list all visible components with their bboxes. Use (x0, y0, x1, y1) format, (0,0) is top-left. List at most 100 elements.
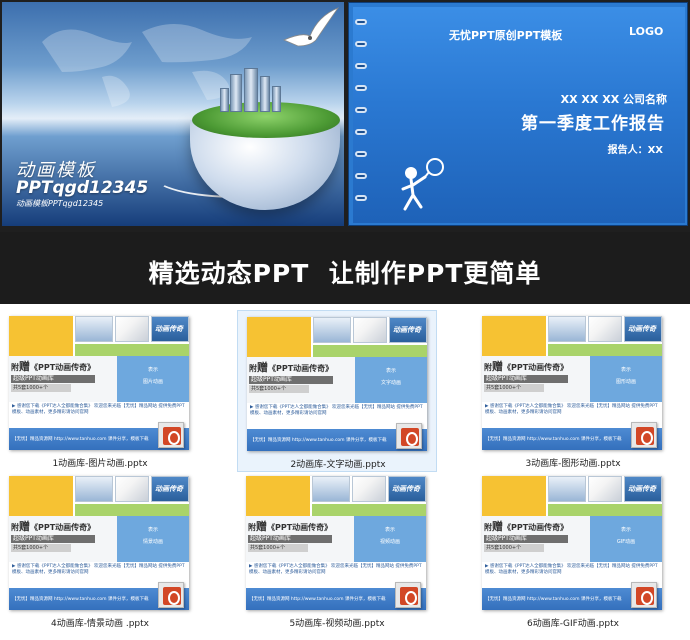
thumbnail-part: GIF动画 (616, 539, 636, 545)
thumbnail-part: 表示 (620, 367, 631, 373)
thumbnail-part (247, 317, 311, 357)
binder-rings (353, 19, 367, 219)
thumbnail-part: 共5套1000+个 (11, 544, 71, 552)
seagull-icon (282, 7, 340, 47)
thumbnail-part: 赠 (492, 520, 503, 533)
thumbnail-part (548, 316, 586, 342)
thumbnail-part: 共5套1000+个 (249, 385, 309, 393)
thumbnail-part: 附赠《PPT动画传奇》 (11, 518, 95, 534)
thumbnail-part: 超级PPT动画库 (484, 375, 568, 383)
thumbnail-part: 附 (11, 523, 19, 532)
thumbnail-part (482, 316, 546, 356)
thumbnail-part: 表示 (620, 527, 631, 533)
thumbnail-part: 超级PPT动画库 (11, 535, 95, 543)
building-graphic (272, 86, 281, 112)
thumbnail-part: 动画传奇 (624, 476, 662, 502)
thumbnail-part: 《PPT动画传奇》 (503, 523, 569, 532)
company-name: XX XX XX 公司名称 (560, 93, 667, 106)
file-item-3[interactable]: 动画传奇 附赠《PPT动画传奇》 超级PPT动画库 共5套1000+个 表示 图形… (473, 310, 673, 472)
thumbnail-part: 附赠《PPT动画传奇》 (484, 518, 568, 534)
file-name: 2动画库-文字动画.pptx (290, 460, 386, 470)
thumbnail-part (548, 476, 586, 502)
thumbnail-part (115, 316, 149, 342)
thumbnail-part (313, 345, 427, 357)
thumbnail-part (115, 476, 149, 502)
thumbnail-part: 表示 (147, 367, 158, 373)
thumbnail-part: 共5套1000+个 (248, 544, 308, 552)
thumbnail-part (548, 344, 662, 356)
thumbnail-part: 动画传奇 (389, 317, 427, 343)
thumbnail-part: 附赠《PPT动画传奇》 (249, 359, 333, 375)
thumbnail-part: 情景动画 (142, 539, 163, 545)
thumbnail-part: 附 (484, 363, 492, 372)
file-item-6[interactable]: 动画传奇 附赠《PPT动画传奇》 超级PPT动画库 共5套1000+个 表示 GI… (473, 470, 673, 632)
thumbnail-part: 赠 (492, 360, 503, 373)
file-item-5[interactable]: 动画传奇 附赠《PPT动画传奇》 超级PPT动画库 共5套1000+个 表示 视频… (237, 470, 437, 632)
slogan-text: 精选动态PPT 让制作PPT更简单 (148, 259, 542, 288)
thumbnail-part: 动画传奇 (388, 476, 426, 502)
thumbnail-part: 表示 情景动画 (117, 516, 189, 562)
thumbnail-part: 附赠《PPT动画传奇》 (248, 518, 332, 534)
thumbnail-part: 表示 视频动画 (354, 516, 426, 562)
reporter-label: 报告人：XX (607, 145, 663, 156)
thumbnail-part (482, 476, 546, 516)
thumbnail-part: 《PPT动画传奇》 (30, 523, 96, 532)
report-title: 第一季度工作报告 (521, 114, 665, 134)
logo-text: LOGO (629, 25, 664, 38)
thumbnail-part: 动画传奇 (628, 485, 656, 493)
building-graphic (230, 74, 242, 112)
thumbnail-part: 【无忧】精品资源网 http://www.tanhuo.com 课件分享，模板下… (12, 437, 149, 442)
thumbnail-part (548, 504, 662, 516)
tennis-figure-icon (401, 158, 444, 211)
thumbnail-part: 赠 (19, 520, 30, 533)
slide-preview-report: 无忧PPT原创PPT模板 LOGO XX XX XX 公司名称 第一季度工作报告… (348, 2, 688, 226)
thumbnail-part: 附 (484, 523, 492, 532)
thumbnail-part (75, 504, 189, 516)
thumbnail-part: 超级PPT动画库 (248, 535, 332, 543)
powerpoint-icon (158, 582, 184, 608)
thumbnail-part (75, 316, 113, 342)
thumbnail-part: 《PPT动画传奇》 (503, 363, 569, 372)
thumbnail-part (588, 476, 622, 502)
thumbnail-part: 共5套1000+个 (484, 384, 544, 392)
thumbnail-part: 动画传奇 (151, 476, 189, 502)
thumbnail-part (9, 316, 73, 356)
thumbnail-part: 视频动画 (379, 539, 400, 545)
building-graphic (244, 68, 258, 112)
file-name: 3动画库-图形动画.pptx (525, 459, 621, 469)
powerpoint-icon (396, 423, 422, 449)
file-item-1[interactable]: 动画传奇 附赠《PPT动画传奇》 超级PPT动画库 共5套1000+个 表示 图片… (0, 310, 200, 472)
thumbnail-part: 超级PPT动画库 (11, 375, 95, 383)
thumbnail-part: 超级PPT动画库 (249, 376, 333, 384)
thumbnail-part: 动画传奇 (628, 325, 656, 333)
slide-preview-cover: 动画模板 PPTqgd12345 动画模板PPTqgd12345 (2, 2, 344, 226)
thumbnail-part: 《PPT动画传奇》 (30, 363, 96, 372)
report-panel: 无忧PPT原创PPT模板 LOGO XX XX XX 公司名称 第一季度工作报告… (353, 7, 685, 223)
thumbnail-part: 赠 (256, 520, 267, 533)
thumbnail-part: 动画传奇 (624, 316, 662, 342)
thumbnail-part (246, 476, 310, 516)
thumbnail-part: 附 (248, 523, 256, 532)
preview-banner: 动画模板 PPTqgd12345 动画模板PPTqgd12345 无忧PPT原创… (0, 0, 690, 232)
thumbnail-part: 《PPT动画传奇》 (268, 364, 334, 373)
powerpoint-icon (631, 422, 657, 448)
thumbnail-part: 赠 (257, 361, 268, 374)
thumbnail-part: 文字动画 (380, 380, 401, 386)
thumbnail-part (75, 344, 189, 356)
thumbnail-part (75, 476, 113, 502)
cover-subtitle: 动画模板PPTqgd12345 (16, 199, 104, 208)
thumbnail-part (312, 504, 426, 516)
thumbnail-part: 动画传奇 (392, 485, 420, 493)
thumbnail-part: 超级PPT动画库 (484, 535, 568, 543)
thumbnail-part: 动画传奇 (151, 316, 189, 342)
thumbnail-part: 附 (11, 363, 19, 372)
file-grid[interactable]: 动画传奇 附赠《PPT动画传奇》 超级PPT动画库 共5套1000+个 表示 图片… (0, 304, 690, 640)
thumbnail-part: 【无忧】精品资源网 http://www.tanhuo.com 课件分享，模板下… (250, 438, 387, 443)
thumbnail-part (312, 476, 350, 502)
building-graphic (220, 88, 229, 112)
file-item-4[interactable]: 动画传奇 附赠《PPT动画传奇》 超级PPT动画库 共5套1000+个 表示情景… (0, 470, 200, 632)
thumbnail-part (313, 317, 351, 343)
thumbnail-part (588, 316, 622, 342)
file-item-2[interactable]: 动画传奇 附赠《PPT动画传奇》 超级PPT动画库 共5套1000+个 表示 文字… (237, 310, 437, 472)
thumbnail-part: 表示 (147, 527, 158, 533)
